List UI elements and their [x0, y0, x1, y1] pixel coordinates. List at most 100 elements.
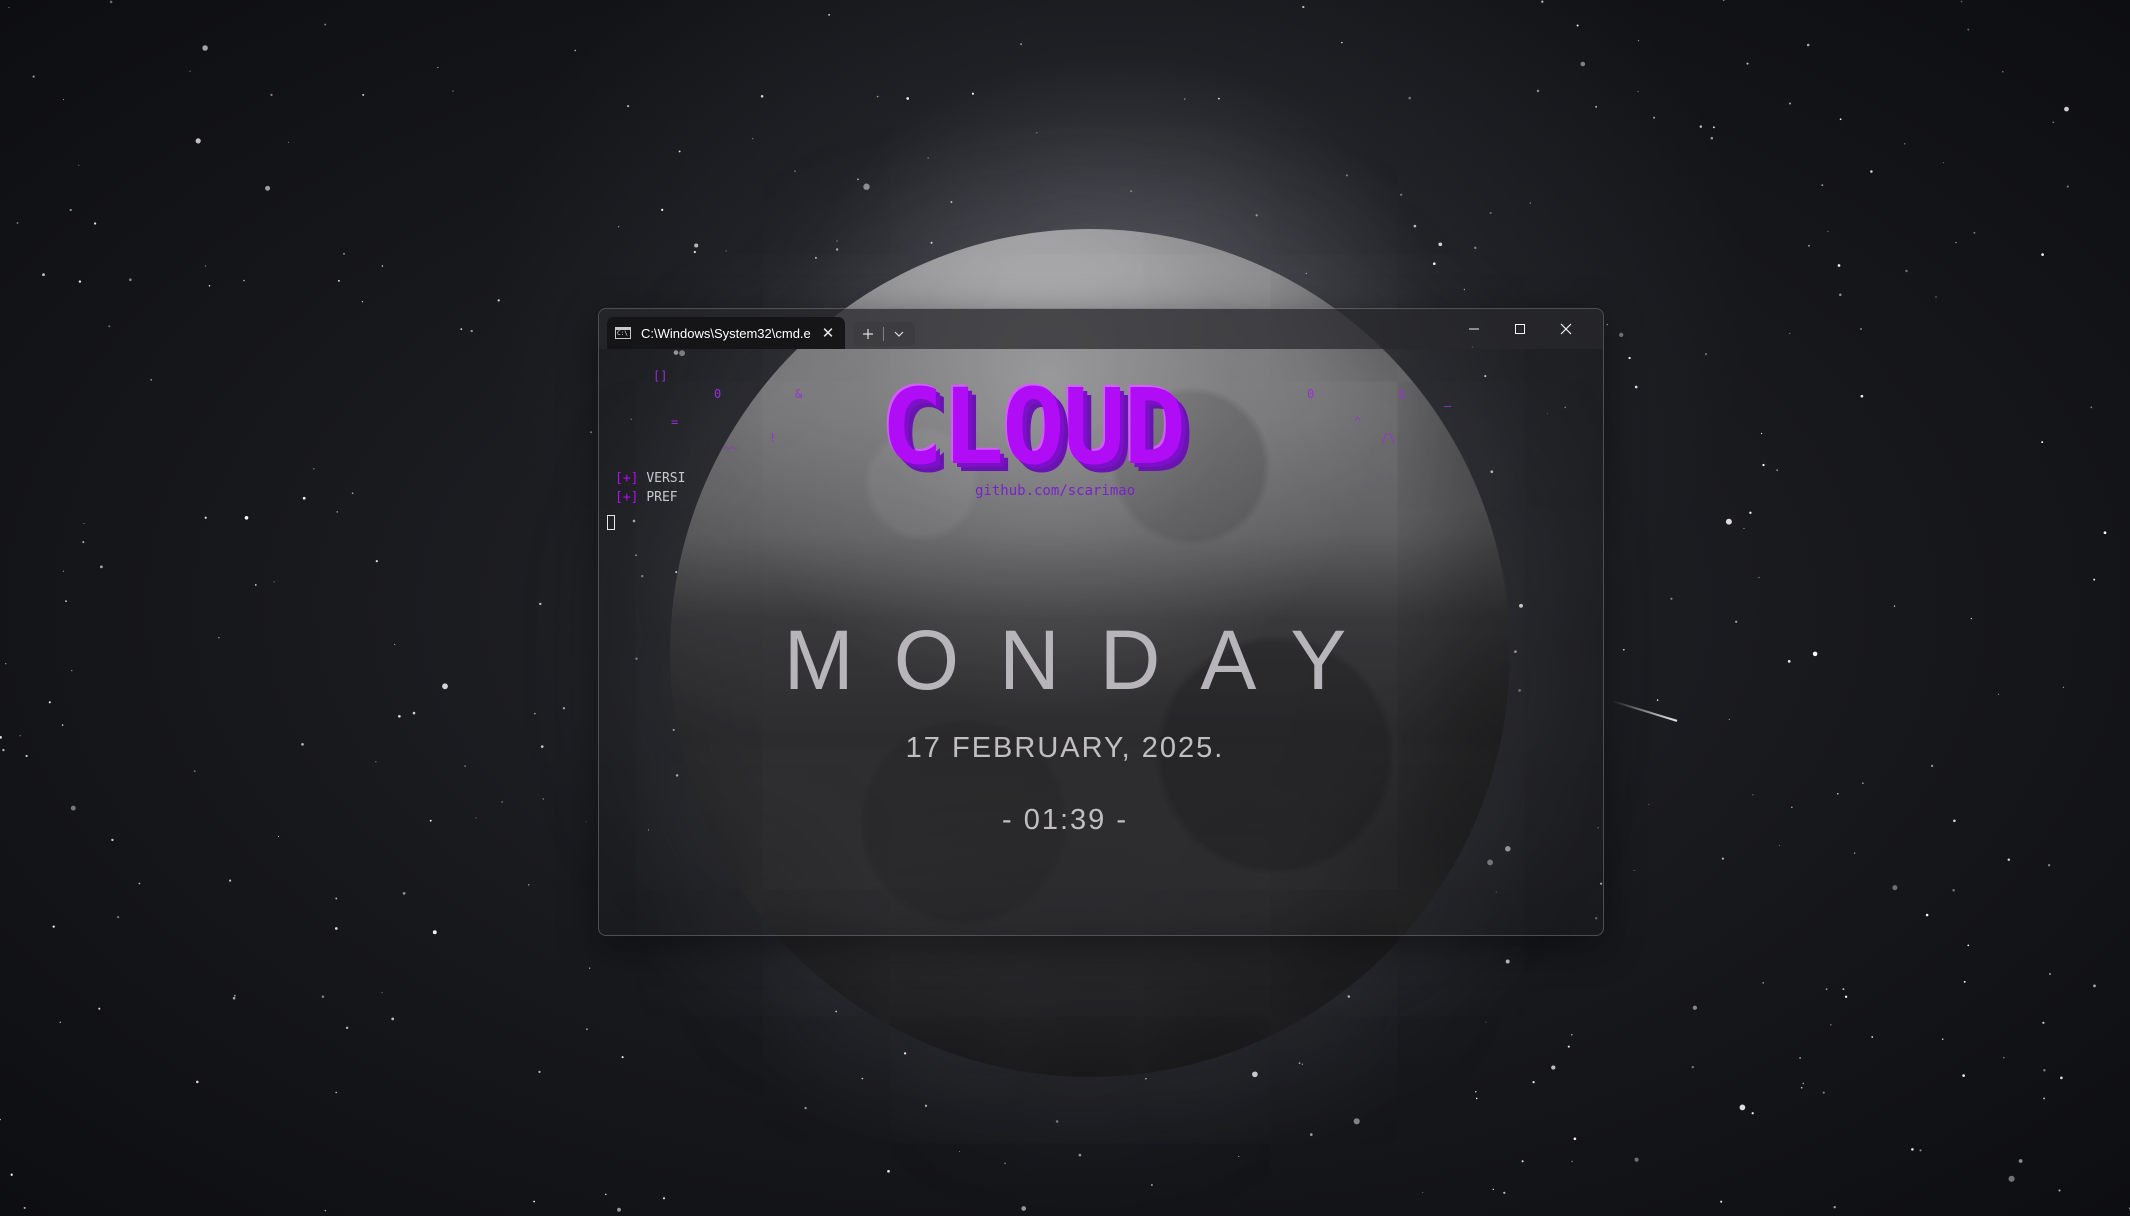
- star: [760, 95, 764, 98]
- star: [69, 208, 72, 212]
- terminal-output[interactable]: [] 0 & 0 $ = ^ ! /\ ~~ — CLOUD github.co…: [599, 349, 1603, 935]
- star: [1145, 1078, 1147, 1080]
- star: [1710, 136, 1714, 140]
- star: [1746, 62, 1749, 65]
- status-line-prefix: [+] PREF: [615, 490, 678, 505]
- star: [432, 930, 437, 935]
- ascii-glyph: !: [769, 431, 777, 445]
- star: [2047, 863, 2051, 867]
- status-prefix: [+]: [615, 490, 639, 505]
- ascii-glyph: 0: [714, 387, 722, 401]
- star: [1871, 1036, 1874, 1038]
- star: [903, 1052, 907, 1055]
- status-prefix: [+]: [615, 471, 639, 486]
- close-tab-button[interactable]: ✕: [819, 324, 837, 342]
- star: [1252, 1071, 1258, 1078]
- star: [1967, 944, 1970, 947]
- cmd-icon: C:\: [615, 327, 631, 339]
- star: [1749, 511, 1752, 514]
- star: [1943, 162, 1945, 164]
- star: [828, 14, 830, 16]
- star: [2058, 1189, 2061, 1192]
- tab-dropdown-button[interactable]: [884, 322, 914, 346]
- star: [751, 137, 754, 140]
- star: [930, 241, 933, 244]
- star: [1580, 61, 1586, 67]
- star: [1301, 1063, 1303, 1065]
- status-line-version: [+] VERSI: [615, 471, 685, 486]
- star: [1854, 852, 1856, 854]
- star: [1802, 1082, 1805, 1085]
- star: [1762, 463, 1765, 467]
- star: [835, 1010, 838, 1013]
- star: [1485, 1021, 1487, 1023]
- star: [1463, 288, 1466, 291]
- new-tab-button[interactable]: [853, 322, 883, 346]
- star: [1628, 356, 1631, 360]
- plus-icon: [863, 329, 873, 339]
- star: [539, 602, 542, 606]
- star: [534, 712, 536, 715]
- star: [1036, 132, 1038, 134]
- star: [1634, 1157, 1639, 1162]
- star: [971, 92, 974, 95]
- star: [1353, 1118, 1360, 1125]
- star: [1935, 296, 1937, 298]
- ascii-glyph: /\: [1381, 431, 1396, 445]
- star: [662, 1197, 666, 1200]
- star: [150, 378, 153, 381]
- star: [1712, 126, 1715, 129]
- star: [243, 279, 245, 282]
- star: [1800, 1086, 1803, 1089]
- star: [1576, 24, 1579, 27]
- star: [621, 1056, 624, 1059]
- star: [1962, 1074, 1965, 1077]
- star: [1151, 1184, 1153, 1186]
- star: [1904, 143, 1906, 145]
- star: [1634, 385, 1638, 389]
- maximize-button[interactable]: [1497, 309, 1543, 349]
- star: [1302, 5, 1305, 9]
- star: [138, 882, 141, 885]
- star: [345, 1026, 349, 1030]
- star: [1606, 323, 1609, 326]
- star: [1911, 1148, 1914, 1151]
- star: [1892, 885, 1898, 891]
- star: [835, 248, 839, 251]
- star: [1839, 293, 1842, 297]
- star: [116, 915, 120, 919]
- star: [1573, 1137, 1577, 1141]
- star: [1529, 202, 1531, 204]
- star: [470, 329, 473, 333]
- star: [1919, 1149, 1922, 1152]
- star: [1637, 90, 1639, 93]
- star: [1505, 959, 1510, 964]
- title-bar[interactable]: C:\ C:\Windows\System32\cmd.e ✕: [599, 309, 1603, 349]
- star: [1807, 244, 1811, 247]
- star: [1532, 1080, 1535, 1084]
- star: [887, 1169, 890, 1173]
- new-tab-group: [853, 322, 915, 346]
- terminal-window[interactable]: C:\ C:\Windows\System32\cmd.e ✕ [] 0 & 0…: [598, 308, 1604, 936]
- star: [244, 515, 249, 520]
- star: [1004, 1162, 1006, 1165]
- star: [1536, 89, 1540, 93]
- ascii-glyph: $: [1398, 387, 1406, 401]
- ascii-glyph: ~~: [723, 441, 738, 455]
- minimize-button[interactable]: [1451, 309, 1497, 349]
- github-link[interactable]: github.com/scarimao: [975, 483, 1135, 499]
- star: [1633, 869, 1635, 871]
- star: [1941, 1038, 1944, 1040]
- close-window-button[interactable]: [1543, 309, 1589, 349]
- star: [1653, 116, 1656, 119]
- star: [1952, 888, 1955, 892]
- star: [1728, 718, 1730, 721]
- star: [83, 523, 85, 525]
- ascii-glyph: —: [1444, 399, 1452, 413]
- star: [1238, 1155, 1240, 1158]
- star: [1055, 1120, 1059, 1123]
- ascii-glyph: =: [671, 415, 679, 429]
- tab-cmd[interactable]: C:\ C:\Windows\System32\cmd.e ✕: [607, 317, 845, 349]
- star: [1692, 1005, 1698, 1010]
- star: [111, 838, 114, 842]
